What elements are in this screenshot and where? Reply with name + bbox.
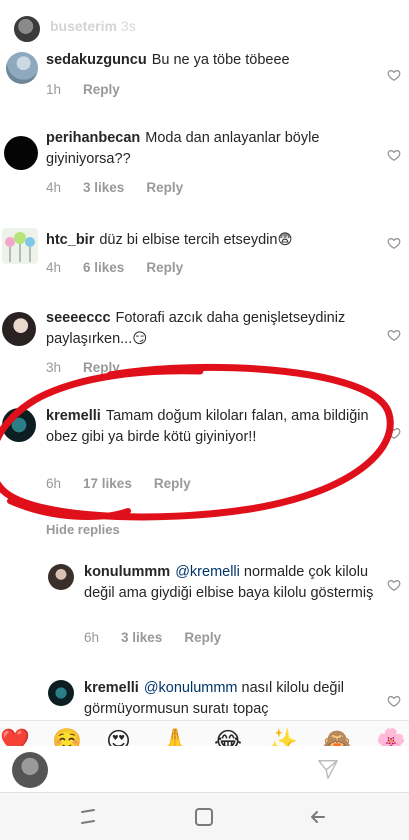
comment-time: 4h	[46, 180, 62, 195]
avatar[interactable]	[4, 136, 38, 170]
comment-username[interactable]: sedakuzguncu	[46, 52, 147, 68]
heart-icon[interactable]	[387, 68, 401, 82]
comment-time: 1h	[46, 82, 62, 97]
comment-text: htc_bir düz bi elbise tercih etseydin😨	[46, 230, 379, 251]
mention-link[interactable]: @konulummm	[144, 680, 238, 696]
reply-time: 6h	[84, 630, 100, 645]
back-icon[interactable]	[304, 803, 332, 831]
avatar[interactable]	[2, 408, 36, 442]
heart-icon[interactable]	[387, 328, 401, 342]
reply-button[interactable]: Reply	[83, 360, 120, 375]
likes-count[interactable]: 17 likes	[83, 476, 132, 491]
home-icon[interactable]	[190, 803, 218, 831]
comment-username[interactable]: htc_bir	[46, 232, 94, 248]
likes-count[interactable]: 3 likes	[83, 180, 124, 195]
reply-text: kremelli @konulummm nasıl kilolu değil gö…	[84, 678, 379, 720]
comment-input-row	[0, 746, 409, 792]
story-username-text: buseterim	[50, 18, 117, 34]
reply-button[interactable]: Reply	[83, 82, 120, 97]
android-nav-bar	[0, 792, 409, 840]
comment-time: 3h	[46, 360, 62, 375]
heart-icon[interactable]	[387, 426, 401, 440]
reply-username[interactable]: kremelli	[84, 680, 139, 696]
likes-count[interactable]: 3 likes	[121, 630, 162, 645]
mention-link[interactable]: @kremelli	[175, 564, 240, 580]
reply-button[interactable]: Reply	[184, 630, 221, 645]
story-avatar[interactable]	[12, 14, 42, 44]
story-time: 3s	[120, 18, 136, 34]
comment-username[interactable]: perihanbecan	[46, 130, 140, 146]
story-username[interactable]: buseterim 3s	[50, 18, 136, 34]
avatar[interactable]	[6, 52, 38, 84]
comment-meta: 1h Reply	[46, 82, 142, 97]
comment-time: 6h	[46, 476, 62, 491]
comment-time: 4h	[46, 260, 62, 275]
comment-meta: 3h Reply	[46, 360, 142, 375]
heart-icon[interactable]	[387, 578, 401, 592]
avatar[interactable]	[48, 564, 74, 590]
comment-text: sedakuzguncu Bu ne ya töbe töbeee	[46, 50, 379, 71]
reply-username[interactable]: konulummm	[84, 564, 170, 580]
comment-body: Bu ne ya töbe töbeee	[151, 52, 290, 68]
my-avatar	[12, 752, 48, 788]
comment-body: düz bi elbise tercih etseydin😨	[99, 232, 293, 248]
heart-icon[interactable]	[387, 694, 401, 708]
heart-icon[interactable]	[387, 148, 401, 162]
avatar[interactable]	[2, 228, 38, 264]
comment-username[interactable]: kremelli	[46, 408, 101, 424]
heart-icon[interactable]	[387, 236, 401, 250]
lollipop-icon	[5, 232, 35, 262]
reply-text: konulummm @kremelli normalde çok kilolu d…	[84, 562, 379, 604]
comment-text: seeeeccc Fotorafi azcık daha genişletseyd…	[46, 308, 379, 350]
comment-meta: 4h 6 likes Reply	[46, 260, 205, 275]
reply-button[interactable]: Reply	[154, 476, 191, 491]
comment-meta: 4h 3 likes Reply	[46, 180, 205, 195]
comment-text: perihanbecan Moda dan anlayanlar böyle gi…	[46, 128, 379, 170]
reply-button[interactable]: Reply	[146, 180, 183, 195]
comment-meta: 6h 17 likes Reply	[46, 476, 213, 491]
hide-replies-link[interactable]: Hide replies	[46, 522, 120, 537]
story-header: buseterim 3s	[0, 0, 409, 44]
send-icon[interactable]	[317, 758, 339, 780]
recent-apps-icon[interactable]	[74, 803, 102, 831]
reply-item: kremelli @konulummm nasıl kilolu değil gö…	[0, 678, 409, 720]
avatar[interactable]	[2, 312, 36, 346]
avatar[interactable]	[48, 680, 74, 706]
reply-meta: 6h 3 likes Reply	[84, 630, 243, 645]
comment-text: kremelli Tamam doğum kiloları falan, ama …	[46, 406, 379, 448]
comment-username[interactable]: seeeeccc	[46, 310, 111, 326]
likes-count[interactable]: 6 likes	[83, 260, 124, 275]
reply-button[interactable]: Reply	[146, 260, 183, 275]
